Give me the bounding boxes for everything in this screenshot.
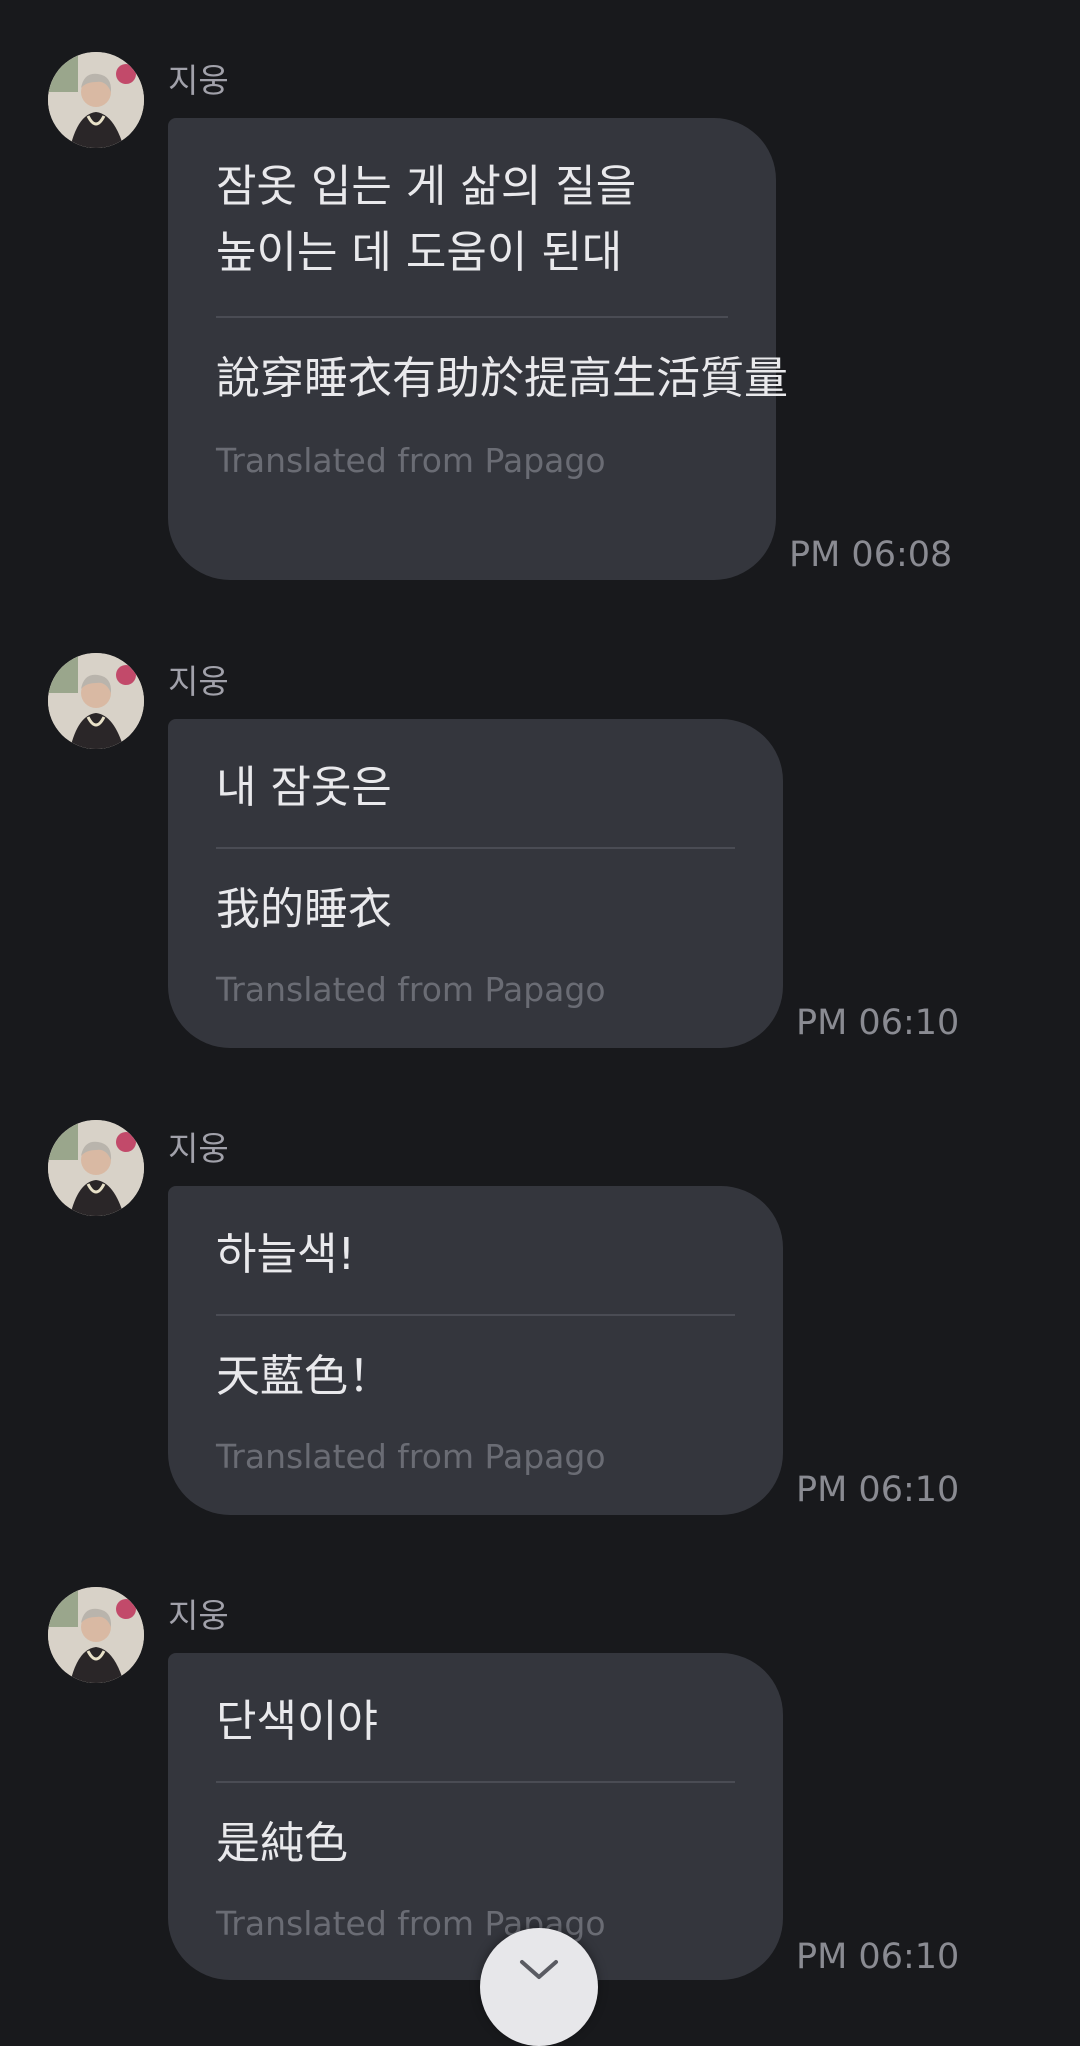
avatar-image	[48, 1587, 144, 1683]
chat-message-list[interactable]: 지웅 잠옷 입는 게 삶의 질을 높이는 데 도움이 된대 說穿睡衣有助於提高生…	[0, 0, 1080, 2046]
translation-divider	[216, 1314, 735, 1316]
message-bubble[interactable]: 내 잠옷은 我的睡衣 Translated from Papago	[168, 719, 783, 1048]
message-bubble[interactable]: 잠옷 입는 게 삶의 질을 높이는 데 도움이 된대 說穿睡衣有助於提高生活質量…	[168, 118, 788, 580]
sender-avatar[interactable]	[48, 1587, 144, 1683]
sender-avatar[interactable]	[48, 653, 144, 749]
avatar-image	[48, 52, 144, 148]
original-text: 단색이야	[216, 1696, 378, 1747]
message-timestamp: PM 06:10	[796, 1937, 960, 1977]
message-timestamp: PM 06:10	[796, 1470, 960, 1510]
chevron-down-icon	[520, 1960, 558, 1979]
scroll-to-bottom-button[interactable]	[480, 1928, 598, 2046]
translation-source-label: Translated from Papago	[216, 1904, 606, 1943]
translated-text: 我的睡衣	[216, 884, 392, 935]
sender-avatar[interactable]	[48, 52, 144, 148]
original-text: 내 잠옷은	[216, 762, 392, 813]
translated-text: 說穿睡衣有助於提高生活質量	[216, 353, 788, 404]
sender-name: 지웅	[168, 1596, 229, 1635]
translation-source-label: Translated from Papago	[216, 970, 606, 1009]
translation-divider	[216, 316, 728, 318]
original-text: 하늘색!	[216, 1229, 356, 1280]
translation-divider	[216, 1781, 735, 1783]
sender-avatar[interactable]	[48, 1120, 144, 1216]
original-text: 잠옷 입는 게 삶의 질을 높이는 데 도움이 된대	[216, 161, 637, 278]
translated-text: 天藍色！	[216, 1351, 392, 1402]
sender-name: 지웅	[168, 61, 229, 100]
translation-source-label: Translated from Papago	[216, 1437, 606, 1476]
avatar-image	[48, 653, 144, 749]
message-timestamp: PM 06:08	[789, 535, 953, 575]
translation-source-label: Translated from Papago	[216, 441, 606, 480]
message-bubble[interactable]: 단색이야 是純色 Translated from Papago	[168, 1653, 783, 1980]
message-timestamp: PM 06:10	[796, 1003, 960, 1043]
translation-divider	[216, 847, 735, 849]
sender-name: 지웅	[168, 1129, 229, 1168]
message-bubble[interactable]: 하늘색! 天藍色！ Translated from Papago	[168, 1186, 783, 1515]
translated-text: 是純色	[216, 1818, 348, 1869]
sender-name: 지웅	[168, 662, 229, 701]
avatar-image	[48, 1120, 144, 1216]
